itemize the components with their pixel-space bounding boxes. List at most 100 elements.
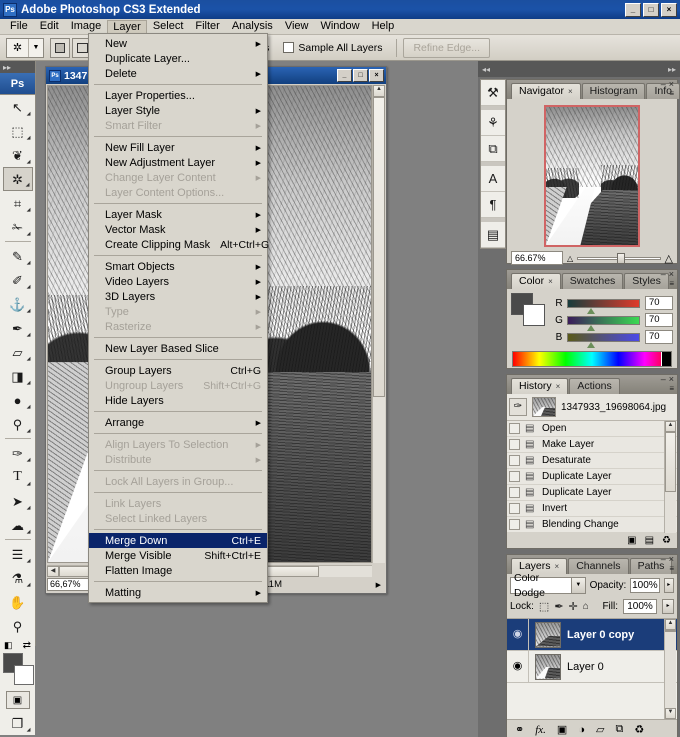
slider-marker[interactable]	[587, 324, 596, 331]
slice-tool[interactable]: ✁ ◢	[3, 215, 33, 239]
state-checkbox[interactable]	[509, 439, 520, 450]
state-checkbox[interactable]	[509, 423, 520, 434]
menu-help[interactable]: Help	[366, 19, 401, 34]
red-value-field[interactable]: 70	[645, 296, 673, 310]
tab-swatches[interactable]: Swatches	[561, 273, 624, 289]
dock-collapse-right-icon[interactable]: ▸▸	[668, 65, 676, 74]
history-state-row[interactable]: ▤ Blending Change	[507, 517, 677, 533]
layer-style-icon[interactable]: fx.	[535, 724, 546, 736]
opacity-stepper[interactable]: ▸	[663, 578, 674, 593]
layers-scroll-down[interactable]: ▼	[665, 708, 676, 719]
history-scrollbar[interactable]: ▲	[664, 421, 676, 533]
lock-all-icon[interactable]: ⌂	[583, 601, 589, 612]
create-snapshot-icon[interactable]: ▤	[645, 535, 654, 546]
eyedropper-tool[interactable]: ⚗ ◢	[3, 566, 33, 590]
create-document-from-state-icon[interactable]: ▣	[627, 535, 636, 546]
navigator-thumbnail[interactable]	[544, 105, 640, 247]
fill-stepper[interactable]: ▸	[662, 599, 674, 614]
menu-image[interactable]: Image	[65, 19, 108, 34]
scroll-left-arrow[interactable]: ◀	[47, 566, 59, 577]
green-value-field[interactable]: 70	[645, 313, 673, 327]
layer-mask-icon[interactable]: ▣	[557, 723, 567, 736]
delete-layer-icon[interactable]: ♻	[634, 723, 644, 736]
color-background-swatch[interactable]	[523, 304, 545, 326]
panel-close-icon[interactable]: ×	[669, 374, 674, 384]
tab-color[interactable]: Color ×	[511, 273, 561, 289]
delete-state-icon[interactable]: ♻	[662, 535, 671, 546]
menu-view[interactable]: View	[279, 19, 315, 34]
checkbox-box[interactable]	[283, 42, 295, 53]
menu-layer[interactable]: Layer	[107, 19, 147, 34]
canvas-vertical-scrollbar[interactable]: ▲	[372, 85, 385, 563]
gradient-tool[interactable]: ◨ ◢	[3, 364, 33, 388]
shape-tool[interactable]: ☁ ◢	[3, 513, 33, 537]
close-button[interactable]: ×	[661, 2, 677, 17]
menu-filter[interactable]: Filter	[189, 19, 225, 34]
vertical-scroll-thumb[interactable]	[373, 97, 385, 397]
crop-tool[interactable]: ⌗ ◢	[3, 191, 33, 215]
tab-actions[interactable]: Actions	[569, 378, 620, 394]
menu-item-duplicate-layer[interactable]: Duplicate Layer...	[89, 51, 267, 66]
panel-minimize-icon[interactable]: –	[661, 79, 666, 89]
state-checkbox[interactable]	[509, 519, 520, 530]
panel-minimize-icon[interactable]: –	[661, 554, 666, 564]
minimize-button[interactable]: _	[625, 2, 641, 17]
close-icon[interactable]: ×	[568, 87, 573, 96]
clone-source-icon[interactable]: ⧉	[481, 136, 505, 162]
lock-position-icon[interactable]: ✛	[569, 600, 578, 613]
green-slider[interactable]	[567, 315, 640, 331]
color-swatches[interactable]	[2, 653, 34, 687]
scroll-up-arrow[interactable]: ▲	[373, 85, 385, 97]
dodge-tool[interactable]: ⚲ ◢	[3, 412, 33, 436]
adjustment-layer-icon[interactable]: ◑	[578, 724, 585, 736]
history-state-row[interactable]: ▤ Invert	[507, 501, 677, 517]
dock-collapse-left-icon[interactable]: ◂◂	[482, 65, 490, 74]
menu-item-merge-down[interactable]: Merge Down Ctrl+E	[89, 533, 267, 548]
quick-mask-button[interactable]: ▣	[5, 691, 30, 709]
blue-slider[interactable]	[567, 332, 640, 348]
zoom-tool[interactable]: ⚲	[3, 614, 33, 638]
eraser-tool[interactable]: ▱ ◢	[3, 340, 33, 364]
history-state-row[interactable]: ▤ Duplicate Layer	[507, 469, 677, 485]
hand-tool[interactable]: ✋	[3, 590, 33, 614]
default-colors-icon[interactable]: ◧	[4, 640, 13, 651]
state-checkbox[interactable]	[509, 471, 520, 482]
state-checkbox[interactable]	[509, 503, 520, 514]
menu-item-layer-properties[interactable]: Layer Properties...	[89, 88, 267, 103]
menu-item-new-layer-based-slice[interactable]: New Layer Based Slice	[89, 341, 267, 356]
clone-stamp-tool[interactable]: ⚓ ◢	[3, 292, 33, 316]
screen-mode-button[interactable]: ❐ ◢	[3, 711, 33, 735]
refine-edge-button[interactable]: Refine Edge...	[403, 37, 490, 58]
tab-history[interactable]: History ×	[511, 378, 569, 394]
history-state-row[interactable]: ▤ Open	[507, 421, 677, 437]
layers-scrollbar[interactable]: ▲ ▼	[664, 619, 676, 719]
layers-scroll-up[interactable]: ▲	[665, 619, 676, 630]
tab-navigator[interactable]: Navigator ×	[511, 83, 581, 99]
new-selection-button[interactable]	[50, 37, 70, 58]
history-snapshot-row[interactable]: ✑ 1347933_19698064.jpg	[507, 394, 677, 421]
panel-close-icon[interactable]: ×	[669, 79, 674, 89]
navigator-zoom-slider[interactable]	[577, 252, 661, 264]
status-arrow-icon[interactable]: ▶	[376, 581, 381, 589]
menu-item-3d-layers[interactable]: 3D Layers ▶	[89, 289, 267, 304]
document-close-button[interactable]: ×	[369, 69, 384, 82]
fill-field[interactable]: 100%	[623, 599, 657, 614]
layer-comps-icon[interactable]: ▤	[481, 222, 505, 248]
color-panel-menu-icon[interactable]: ≡	[669, 279, 674, 288]
background-color-swatch[interactable]	[13, 665, 34, 685]
menu-file[interactable]: File	[4, 19, 34, 34]
type-tool[interactable]: T ◢	[3, 465, 33, 489]
slider-knob[interactable]	[617, 252, 626, 264]
new-group-icon[interactable]: ▱	[596, 723, 604, 736]
blur-tool[interactable]: ● ◢	[3, 388, 33, 412]
zoom-in-icon[interactable]: △	[665, 252, 673, 265]
panel-close-icon[interactable]: ×	[669, 269, 674, 279]
menu-item-vector-mask[interactable]: Vector Mask ▶	[89, 222, 267, 237]
menu-item-video-layers[interactable]: Video Layers ▶	[89, 274, 267, 289]
panel-minimize-icon[interactable]: –	[661, 269, 666, 279]
history-panel-menu-icon[interactable]: ≡	[669, 384, 674, 393]
close-icon[interactable]: ×	[548, 277, 553, 286]
history-state-row[interactable]: ▤ Desaturate	[507, 453, 677, 469]
tab-layers[interactable]: Layers ×	[511, 558, 568, 574]
history-scroll-up[interactable]: ▲	[665, 421, 676, 432]
